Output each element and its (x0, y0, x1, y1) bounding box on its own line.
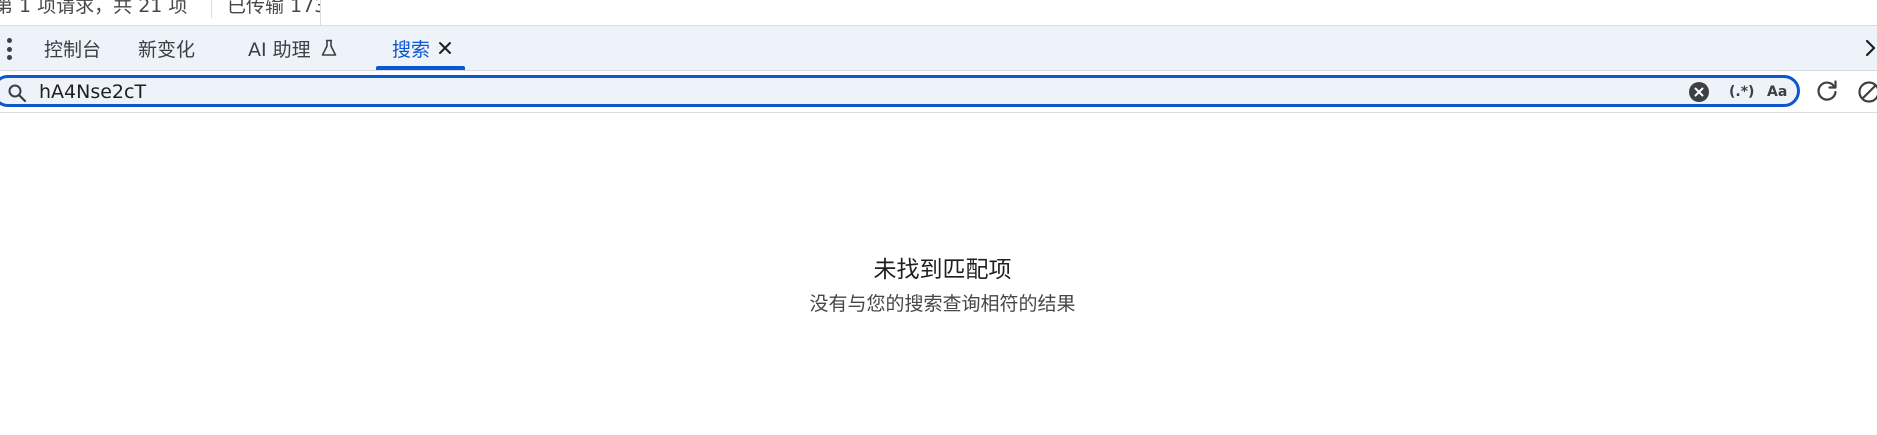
tab-whats-new-label: 新变化 (138, 38, 196, 61)
tab-ai-assistance-label: AI 助理 (248, 38, 311, 61)
block-icon[interactable] (1856, 79, 1877, 105)
more-options-icon[interactable] (2, 36, 16, 62)
refresh-icon[interactable] (1814, 78, 1840, 104)
regex-toggle-button[interactable]: (.*) (1729, 80, 1754, 104)
transferred-text: 已传输 173 (227, 0, 327, 17)
tab-search[interactable]: 搜索 (392, 26, 452, 70)
panel-divider (320, 0, 321, 26)
empty-state-subtitle: 没有与您的搜索查询相符的结果 (809, 293, 1076, 315)
search-input[interactable] (39, 79, 1679, 105)
search-icon (7, 83, 27, 103)
tab-console-label: 控制台 (44, 38, 102, 61)
network-summary-bar: 第 1 项请求，共 21 项 已传输 173 (0, 0, 1877, 26)
tab-whats-new[interactable]: 新变化 (138, 26, 195, 70)
tab-console[interactable]: 控制台 (44, 26, 101, 70)
tab-ai-assistance[interactable]: AI 助理 (248, 26, 337, 70)
status-divider (211, 0, 212, 18)
search-toolbar: (.*) Aa (0, 71, 1877, 113)
flask-icon (321, 39, 337, 57)
active-tab-indicator (376, 66, 465, 70)
empty-state-title: 未找到匹配项 (873, 257, 1012, 283)
status-clip-area (321, 0, 1877, 25)
search-field[interactable]: (.*) Aa (0, 75, 1800, 107)
request-count-text: 第 1 项请求，共 21 项 (0, 0, 188, 17)
clear-search-icon[interactable] (1689, 82, 1709, 102)
tab-search-label: 搜索 (392, 38, 431, 61)
drawer-tabbar: 控制台 新变化 AI 助理 搜索 (0, 26, 1877, 71)
close-icon[interactable] (438, 41, 452, 55)
match-case-toggle-button[interactable]: Aa (1767, 80, 1787, 104)
chevron-right-icon[interactable] (1863, 36, 1877, 60)
